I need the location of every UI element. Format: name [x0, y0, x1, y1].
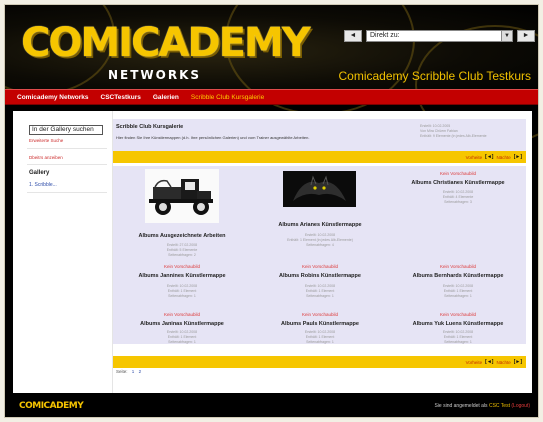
page-number-nav: Seite: 1 2 — [116, 369, 141, 374]
album-card[interactable]: Albums Arianes Künstlermappe Erstellt: 1… — [251, 166, 389, 247]
divider — [27, 148, 107, 149]
page-link-2[interactable]: 2 — [139, 369, 142, 374]
sidebar: In der Gallery suchen Erweiterte Suche D… — [13, 111, 113, 393]
logout-link[interactable]: (Logout) — [511, 403, 530, 409]
album-meta: Seitenabfragen: 3 — [444, 200, 472, 204]
login-status: Sie sind angemeldet als CSC Test (Logout… — [434, 403, 530, 409]
prev-arrow-icon[interactable]: ◄ — [344, 29, 362, 42]
gallery-meta-line: Von Mira Chüem Fabian — [420, 129, 458, 133]
login-status-text: Sie sind angemeldet als — [434, 403, 488, 409]
pager-next-icon[interactable]: [►] — [514, 359, 522, 365]
album-meta: Seitenabfragen: 1 — [306, 294, 334, 298]
album-meta: Seitenabfragen: 1 — [306, 340, 334, 344]
gallery-meta-line: Enthält: 9 Elemente (in jedes Alb-Elemen… — [420, 134, 487, 138]
divider — [27, 192, 107, 193]
no-thumbnail-link[interactable]: Kein Vorschaubild — [251, 264, 389, 269]
no-thumbnail-link[interactable]: Kein Vorschaubild — [389, 312, 527, 317]
album-meta: Seitenabfragen: 4 — [306, 243, 334, 247]
album-name[interactable]: Albums Bernhards Künstlermappe — [389, 273, 527, 279]
gallery-heading: Gallery — [29, 170, 50, 176]
pager-prev-icon[interactable]: [◄] — [485, 154, 493, 160]
pager-next-icon[interactable]: [►] — [514, 154, 522, 160]
site-header: COMICADEMY NETWORKS ◄ Direkt zu: ▼ ► Com… — [5, 5, 538, 145]
dark-creature-image — [283, 171, 356, 207]
breadcrumb-current: Scribble Club Kursgalerie — [190, 93, 265, 101]
search-input[interactable]: In der Gallery suchen — [29, 125, 103, 135]
gallery-main: Scribble Club Kursgalerie Hier finden Si… — [113, 111, 532, 393]
advanced-search-link[interactable]: Erweiterte Suche — [29, 138, 63, 143]
album-thumbnail[interactable] — [145, 169, 219, 223]
site-logo[interactable]: COMICADEMY — [21, 23, 311, 63]
gallery-tree-item[interactable]: 1. Scribble... — [29, 182, 57, 188]
no-thumbnail-link[interactable]: Kein Vorschaubild — [389, 264, 527, 269]
chevron-down-icon: ▼ — [501, 30, 512, 41]
album-thumbnail[interactable] — [283, 171, 356, 207]
album-meta: Seitenabfragen: 1 — [168, 340, 196, 344]
album-card[interactable]: Albums Ausgezeichnete Arbeiten Erstellt:… — [113, 166, 251, 257]
footer-logo[interactable]: COMICADEMY — [19, 401, 84, 411]
course-title: Comicademy Scribble Club Testkurs — [338, 69, 531, 83]
album-name[interactable]: Albums Robins Künstlermappe — [251, 273, 389, 279]
gallery-meta-line: Erstellt: 10.02.2005 — [420, 124, 451, 128]
pager-top: Vorheite [◄] Nächte [►] — [113, 151, 526, 163]
album-meta: Seitenabfragen: 1 — [444, 340, 472, 344]
album-name[interactable]: Albums Yuk Luens Künstlermappe — [389, 321, 527, 327]
breadcrumb: Comicademy Networks CSCTestkurs Galerien… — [5, 89, 538, 105]
album-name[interactable]: Albums Pauls Künstlermappe — [251, 321, 389, 327]
album-name[interactable]: Albums Arianes Künstlermappe — [251, 222, 389, 228]
site-logo-subtitle: NETWORKS — [108, 68, 202, 82]
gallery-intro: Scribble Club Kursgalerie Hier finden Si… — [113, 119, 526, 151]
page-link-1[interactable]: 1 — [132, 369, 135, 374]
divider — [27, 164, 107, 165]
site-footer: COMICADEMY Sie sind angemeldet als CSC T… — [5, 393, 538, 417]
page-label: Seite: — [116, 369, 128, 374]
no-thumbnail-link[interactable]: Kein Vorschaubild — [389, 171, 527, 176]
album-meta: Seitenabfragen: 1 — [444, 294, 472, 298]
pager-next-link[interactable]: Nächte — [496, 155, 510, 160]
no-thumbnail-link[interactable]: Kein Vorschaubild — [251, 312, 389, 317]
album-name[interactable]: Albums Jannines Künstlermappe — [113, 273, 251, 279]
album-name[interactable]: Albums Janinas Künstlermappe — [113, 321, 251, 327]
next-arrow-icon[interactable]: ► — [517, 29, 535, 42]
pager-bottom: Vorheite [◄] Nächte [►] — [113, 356, 526, 368]
pager-prev-link[interactable]: Vorheite — [466, 155, 483, 160]
subscribe-link[interactable]: Dbeitrs anzeiben — [29, 155, 63, 160]
page-frame: COMICADEMY NETWORKS ◄ Direkt zu: ▼ ► Com… — [4, 4, 539, 418]
pager-prev-icon[interactable]: [◄] — [485, 359, 493, 365]
truck-image — [145, 169, 219, 223]
pager-next-link[interactable]: Nächte — [496, 360, 510, 365]
no-thumbnail-link[interactable]: Kein Vorschaubild — [113, 264, 251, 269]
album-meta: Seitenabfragen: 2 — [168, 253, 196, 257]
album-card[interactable]: Kein Vorschaubild Albums Christianes Kün… — [389, 166, 527, 228]
no-thumbnail-link[interactable]: Kein Vorschaubild — [113, 312, 251, 317]
jump-to-control: ◄ Direkt zu: ▼ ► — [344, 29, 535, 42]
pager-prev-link[interactable]: Vorheite — [466, 360, 483, 365]
user-link[interactable]: CSC Test — [489, 403, 510, 409]
breadcrumb-csctestkurs[interactable]: CSCTestkurs — [101, 94, 141, 101]
gallery-title: Scribble Club Kursgalerie — [116, 124, 184, 130]
jump-to-label: Direkt zu: — [370, 31, 400, 39]
breadcrumb-galerien[interactable]: Galerien — [153, 94, 179, 101]
gallery-description: Hier finden Sie Ihre Künstlermappen (d.h… — [116, 135, 310, 140]
breadcrumb-comicademy-networks[interactable]: Comicademy Networks — [17, 94, 89, 101]
album-name[interactable]: Albums Christianes Künstlermappe — [389, 180, 527, 186]
album-name[interactable]: Albums Ausgezeichnete Arbeiten — [113, 233, 251, 239]
jump-to-select[interactable]: Direkt zu: ▼ — [366, 29, 513, 42]
album-meta: Seitenabfragen: 1 — [168, 294, 196, 298]
content-area: In der Gallery suchen Erweiterte Suche D… — [13, 111, 532, 393]
album-grid: Albums Ausgezeichnete Arbeiten Erstellt:… — [113, 166, 526, 344]
